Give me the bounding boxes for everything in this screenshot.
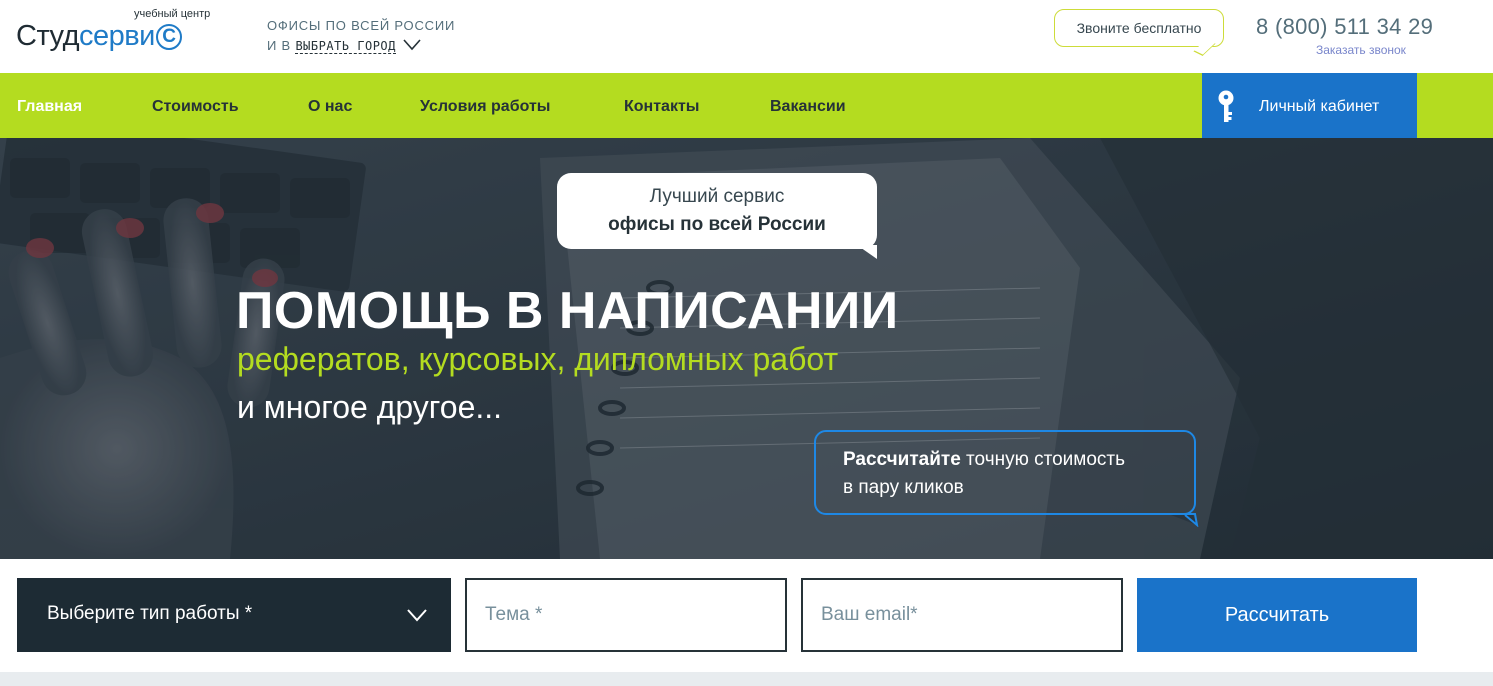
nav-item-home[interactable]: Главная	[17, 73, 82, 138]
calc-form: Выберите тип работы * Рассчитать	[0, 559, 1493, 672]
offices-prefix: И В	[267, 38, 292, 53]
page-bottom-strip	[0, 672, 1493, 686]
hero-title: ПОМОЩЬ В НАПИСАНИИ	[236, 282, 899, 340]
hero-subtitle: рефератов, курсовых, дипломных работ	[237, 341, 839, 377]
nav-item-about[interactable]: О нас	[308, 73, 352, 138]
bubble-tail	[1171, 513, 1199, 527]
order-call-link[interactable]: Заказать звонок	[1316, 43, 1406, 57]
calculate-button[interactable]: Рассчитать	[1137, 578, 1417, 652]
personal-account-label: Личный кабинет	[1259, 98, 1380, 115]
offices-line: ОФИСЫ ПО ВСЕЙ РОССИИ	[267, 18, 456, 33]
calculate-hint-bubble: Рассчитайте точную стоимость в пару клик…	[814, 430, 1199, 527]
calculate-hint-line2: в пару кликов	[843, 477, 964, 498]
work-type-value: Выберите тип работы *	[47, 603, 253, 624]
main-nav: Главная Стоимость О нас Условия работы К…	[0, 73, 1493, 138]
email-input[interactable]	[801, 578, 1123, 652]
best-service-bubble: Лучший сервис офисы по всей России	[557, 173, 877, 259]
nav-item-terms[interactable]: Условия работы	[420, 73, 550, 138]
logo-wordmark: Студсерви С	[16, 20, 182, 53]
nav-item-price[interactable]: Стоимость	[152, 73, 239, 138]
logo-subtitle: учебный центр	[134, 8, 211, 20]
hero-tagline: и многое другое...	[237, 389, 503, 425]
best-service-line2: офисы по всей России	[608, 214, 826, 235]
best-service-line1: Лучший сервис	[649, 186, 785, 207]
chevron-down-icon[interactable]	[403, 39, 421, 51]
offices-info: ОФИСЫ ПО ВСЕЙ РОССИИ И В ВЫБРАТЬ ГОРОД	[267, 16, 455, 56]
personal-account-button[interactable]: Личный кабинет	[1202, 73, 1417, 138]
calculate-hint-line1: Рассчитайте точную стоимость	[843, 449, 1126, 470]
work-type-select[interactable]: Выберите тип работы *	[17, 578, 451, 652]
chevron-down-icon	[407, 609, 427, 622]
key-icon	[1218, 90, 1234, 122]
call-free-button[interactable]: Звоните бесплатно	[1054, 9, 1224, 47]
topic-input[interactable]	[465, 578, 787, 652]
site-header: учебный центр Студсерви С ОФИСЫ ПО ВСЕЙ Р…	[0, 0, 1493, 73]
logo[interactable]: учебный центр Студсерви С	[16, 8, 216, 58]
city-select-link[interactable]: ВЫБРАТЬ ГОРОД	[295, 39, 396, 54]
nav-item-contacts[interactable]: Контакты	[624, 73, 699, 138]
phone-number[interactable]: 8 (800) 511 34 29	[1256, 14, 1433, 40]
hero-banner: Лучший сервис офисы по всей России ПОМОЩ…	[0, 138, 1493, 559]
nav-item-vacancies[interactable]: Вакансии	[770, 73, 846, 138]
